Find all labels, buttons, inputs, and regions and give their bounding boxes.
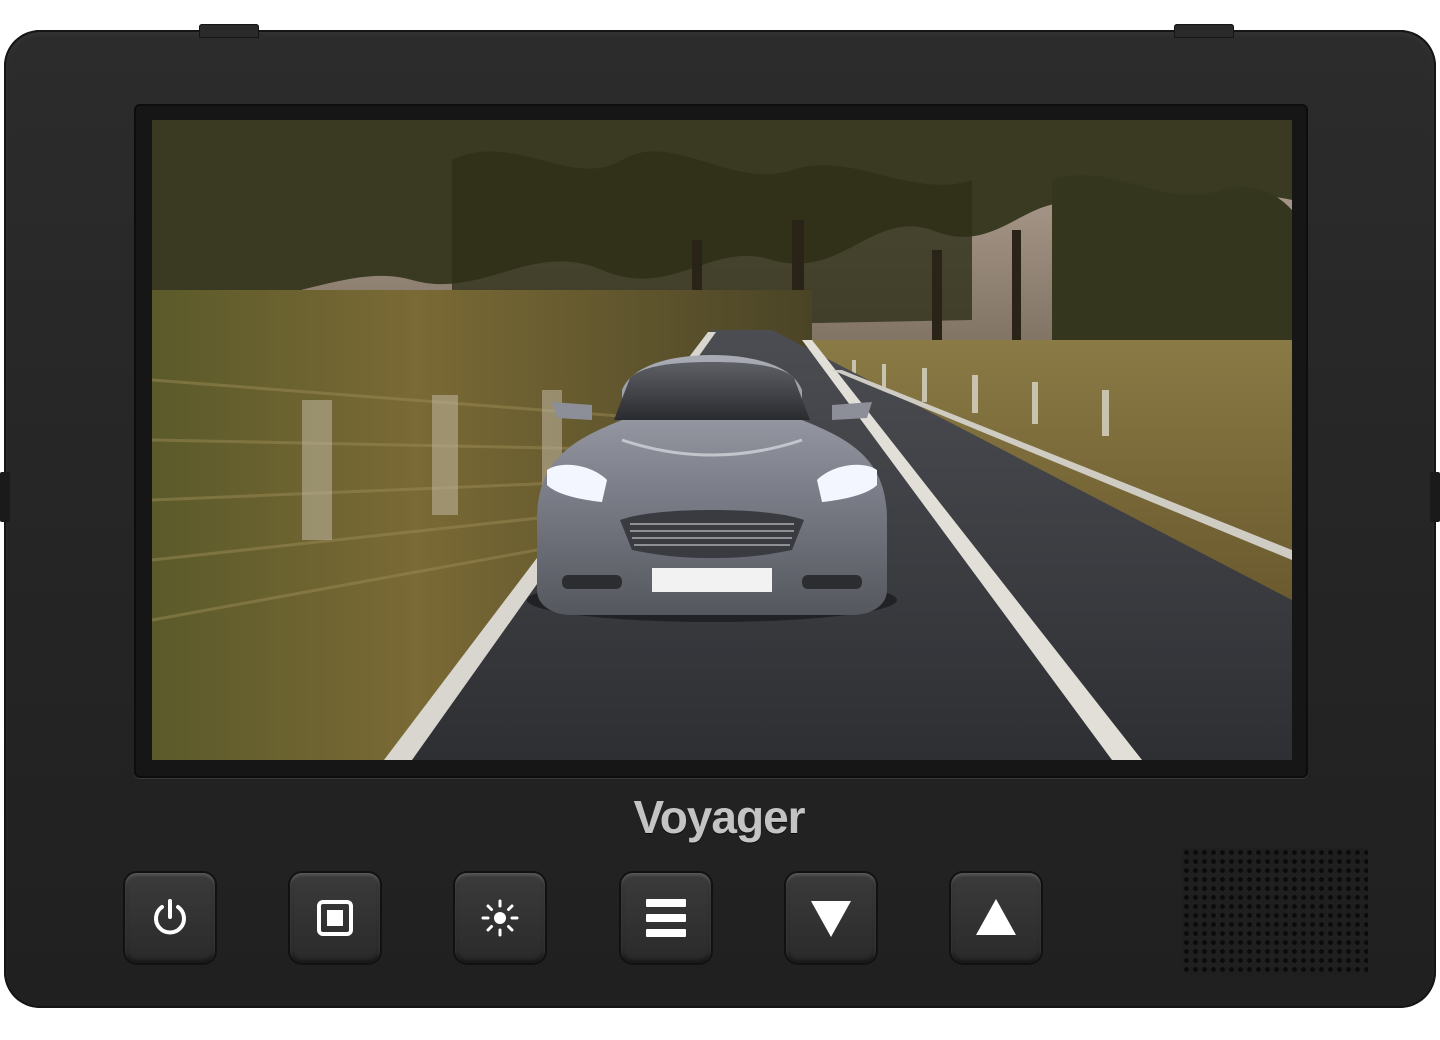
triangle-up-icon — [976, 899, 1016, 935]
brand-logo: Voyager — [633, 791, 805, 843]
display-screen — [152, 120, 1292, 760]
screen-photo — [152, 120, 1292, 760]
sun-icon — [481, 899, 519, 937]
up-button[interactable] — [951, 873, 1041, 963]
monitor-body: Voyager — [0, 24, 1440, 1008]
power-button[interactable] — [125, 873, 215, 963]
top-mount-clip — [199, 24, 259, 38]
menu-button[interactable] — [621, 873, 711, 963]
square-icon — [317, 900, 353, 936]
menu-icon — [646, 899, 686, 937]
triangle-down-icon — [811, 901, 851, 937]
source-button[interactable] — [290, 873, 380, 963]
screen-frame — [134, 104, 1308, 778]
down-button[interactable] — [786, 873, 876, 963]
side-mount-clip — [1430, 472, 1440, 522]
top-mount-clip — [1174, 24, 1234, 38]
side-mount-clip — [0, 472, 10, 522]
speaker-grille — [1182, 848, 1368, 976]
brightness-button[interactable] — [455, 873, 545, 963]
power-icon — [154, 899, 186, 935]
